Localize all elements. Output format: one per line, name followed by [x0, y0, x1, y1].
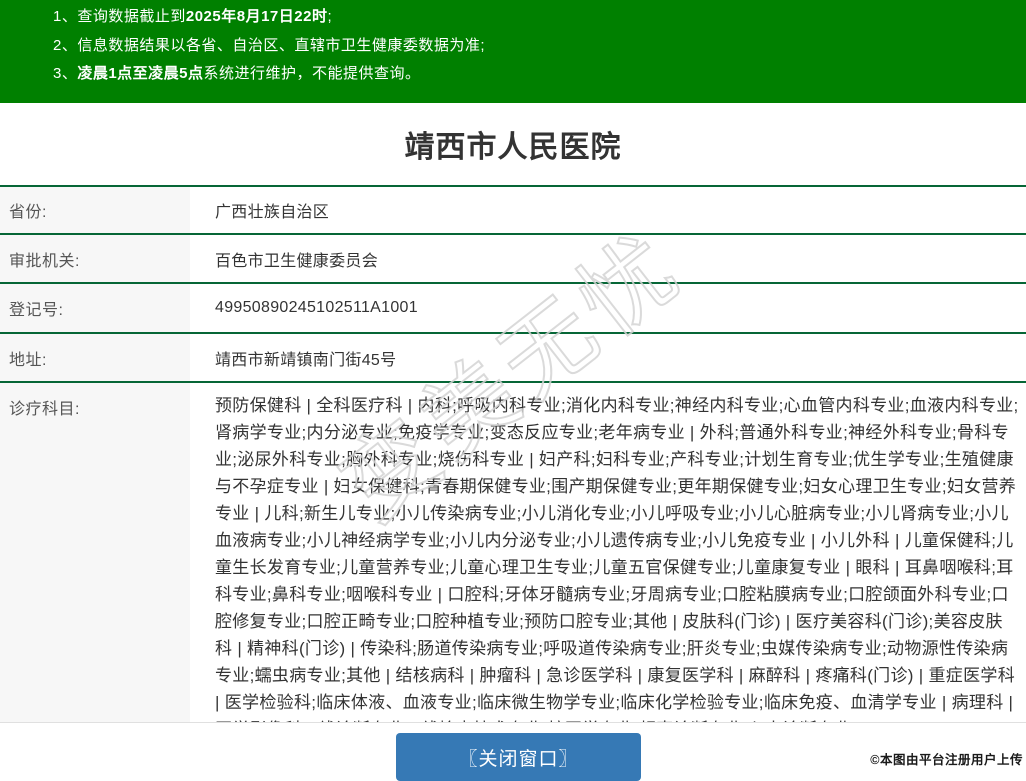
notice-banner: 1、查询数据截止到2025年8月17日22时; 2、信息数据结果以各省、自治区、…	[0, 0, 1026, 103]
table-row-medical-subjects: 诊疗科目: 预防保健科 | 全科医疗科 | 内科;呼吸内科专业;消化内科专业;神…	[0, 383, 1026, 723]
page-title: 靖西市人民医院	[404, 131, 622, 164]
notice-item-3: 3、凌晨1点至凌晨5点系统进行维护，不能提供查询。	[53, 65, 421, 82]
notice-item-1: 1、查询数据截止到2025年8月17日22时;	[53, 8, 333, 25]
address-label: 地址:	[0, 334, 190, 381]
approval-authority-value: 百色市卫生健康委员会	[215, 252, 379, 270]
registration-number-value: 49950890245102511A1001	[215, 299, 418, 316]
table-row-registration-number: 登记号: 49950890245102511A1001	[0, 284, 1026, 334]
upload-credit-text: ©本图由平台注册用户上传	[870, 753, 1023, 767]
registration-number-label: 登记号:	[0, 284, 190, 332]
province-value: 广西壮族自治区	[215, 204, 330, 221]
province-label: 省份:	[0, 187, 190, 233]
close-window-button[interactable]: 〖关闭窗口〗	[396, 733, 641, 781]
table-row-address: 地址: 靖西市新靖镇南门街45号	[0, 334, 1026, 383]
medical-subjects-value: 预防保健科 | 全科医疗科 | 内科;呼吸内科专业;消化内科专业;神经内科专业;…	[215, 396, 1019, 722]
address-value: 靖西市新靖镇南门街45号	[215, 351, 397, 369]
medical-subjects-label: 诊疗科目:	[0, 383, 190, 722]
hospital-info-table: 省份: 广西壮族自治区 审批机关: 百色市卫生健康委员会 登记号: 499508…	[0, 185, 1026, 723]
table-row-province: 省份: 广西壮族自治区	[0, 187, 1026, 235]
table-row-approval-authority: 审批机关: 百色市卫生健康委员会	[0, 235, 1026, 284]
notice-item-2: 2、信息数据结果以各省、自治区、直辖市卫生健康委数据为准;	[53, 36, 486, 54]
approval-authority-label: 审批机关:	[0, 235, 190, 282]
notice-list: 1、查询数据截止到2025年8月17日22时; 2、信息数据结果以各省、自治区、…	[53, 3, 1016, 89]
